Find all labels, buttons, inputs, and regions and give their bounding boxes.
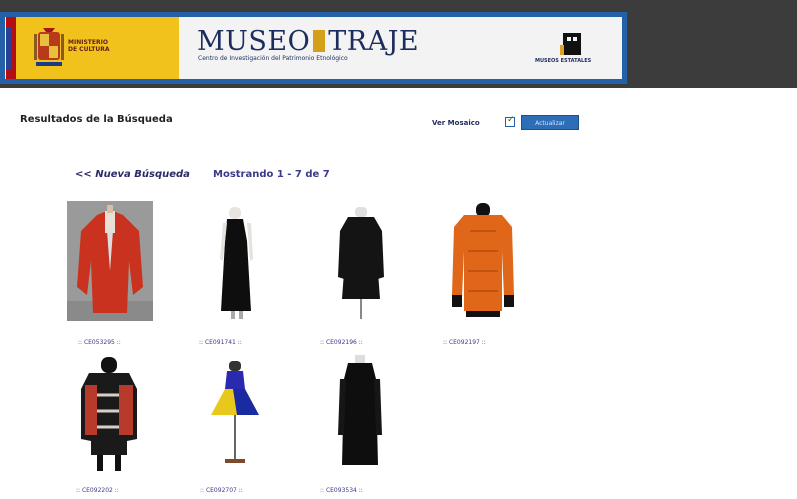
gallery-item-4-caption[interactable]: :: CE092197 :: bbox=[443, 339, 486, 346]
banner-border bbox=[0, 12, 627, 84]
gallery-item-3-image[interactable] bbox=[318, 201, 404, 321]
actualizar-button[interactable]: Actualizar bbox=[521, 115, 579, 130]
red-coat-image bbox=[67, 201, 153, 321]
patterned-jacket-image bbox=[81, 357, 137, 471]
black-coat-dress-image bbox=[338, 207, 384, 319]
gallery-item-4-image[interactable] bbox=[440, 201, 526, 321]
orange-jacket-image bbox=[452, 203, 514, 317]
gallery-item-5-caption[interactable]: :: CE092202 :: bbox=[76, 487, 119, 494]
gallery-item-5-image[interactable] bbox=[67, 355, 153, 475]
gallery-item-7-image[interactable] bbox=[318, 355, 404, 475]
black-long-coat-image bbox=[338, 355, 382, 465]
ver-mosaico-label: Ver Mosaico bbox=[432, 119, 480, 127]
results-count: Mostrando 1 - 7 de 7 bbox=[213, 169, 330, 180]
gallery-item-2-image[interactable] bbox=[193, 201, 279, 321]
ver-mosaico-checkbox[interactable]: ✓ bbox=[505, 115, 515, 127]
black-sleeveless-dress-image bbox=[220, 207, 253, 319]
checkmark-icon: ✓ bbox=[507, 115, 515, 125]
gallery-item-1-caption[interactable]: :: CE053295 :: bbox=[78, 339, 121, 346]
nueva-busqueda-link[interactable]: << Nueva Búsqueda bbox=[75, 169, 190, 180]
blue-yellow-dress-image bbox=[211, 361, 259, 463]
results-title: Resultados de la Búsqueda bbox=[20, 114, 173, 125]
gallery-item-1-image[interactable] bbox=[67, 201, 153, 321]
gallery-item-2-caption[interactable]: :: CE091741 :: bbox=[199, 339, 242, 346]
gallery-item-7-caption[interactable]: :: CE093534 :: bbox=[320, 487, 363, 494]
gallery-item-3-caption[interactable]: :: CE092196 :: bbox=[320, 339, 363, 346]
gallery-item-6-caption[interactable]: :: CE092707 :: bbox=[200, 487, 243, 494]
gallery-item-6-image[interactable] bbox=[193, 355, 279, 475]
